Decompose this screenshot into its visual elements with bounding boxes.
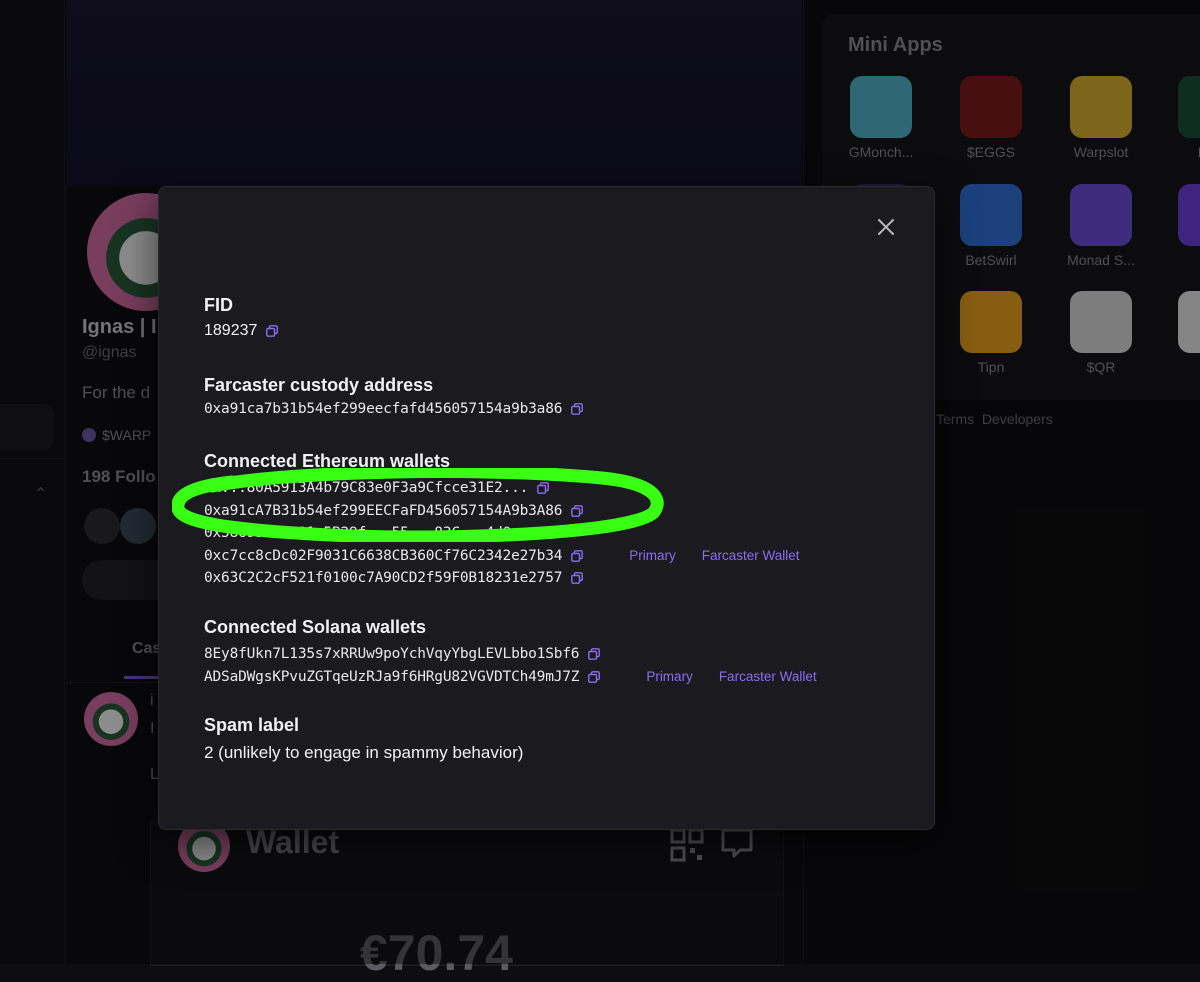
- copy-icon[interactable]: [588, 647, 601, 660]
- fid-value: 189237: [204, 322, 258, 339]
- wallet-tag: Farcaster Wallet: [718, 669, 817, 684]
- wallet-address: 0xc7cc8cDc02F9031C6638CB360Cf76C2342e27b…: [204, 547, 563, 564]
- wallet-row: 0xc7cc8cDc02F9031C6638CB360Cf76C2342e27b…: [204, 545, 800, 568]
- wallet-address: ADSaDWgsKPvuZGTqeUzRJa9f6HRgU82VGVDTCh49…: [204, 668, 580, 685]
- wallet-row: ADSaDWgsKPvuZGTqeUzRJa9f6HRgU82VGVDTCh49…: [204, 665, 817, 688]
- custody-address: 0xa91ca7b31b54ef299eecfafd456057154a9b3a…: [204, 401, 563, 417]
- sol-wallets-title: Connected Solana wallets: [204, 617, 427, 637]
- spam-label-value: 2 (unlikely to engage in spammy behavior…: [204, 743, 524, 762]
- highlight-annotation: [172, 468, 664, 542]
- wallet-address: 8Ey8fUkn7L135s7xRRUw9poYchVqyYbgLEVLbbo1…: [204, 645, 580, 662]
- wallet-tag: Farcaster Wallet: [701, 548, 800, 564]
- close-icon[interactable]: [874, 215, 898, 239]
- custody-title: Farcaster custody address: [204, 375, 434, 395]
- wallet-row: 0x63C2C2cF521f0100c7A90CD2f59F0B18231e27…: [204, 567, 800, 590]
- sol-wallet-list: 8Ey8fUkn7L135s7xRRUw9poYchVqyYbgLEVLbbo1…: [204, 642, 817, 688]
- wallet-row: 8Ey8fUkn7L135s7xRRUw9poYchVqyYbgLEVLbbo1…: [204, 642, 817, 665]
- spam-label-title: Spam label: [204, 715, 300, 735]
- copy-icon[interactable]: [588, 670, 601, 683]
- wallet-address: 0x63C2C2cF521f0100c7A90CD2f59F0B18231e27…: [204, 570, 563, 587]
- fid-title: FID: [204, 295, 233, 315]
- fid-row: 189237: [204, 322, 279, 340]
- custody-row: 0xa91ca7b31b54ef299eecfafd456057154a9b3a…: [204, 401, 584, 417]
- wallet-tag: Primary: [646, 669, 693, 684]
- copy-icon[interactable]: [571, 572, 584, 585]
- wallet-tag: Primary: [629, 548, 676, 564]
- copy-icon[interactable]: [266, 325, 279, 337]
- copy-icon[interactable]: [571, 403, 584, 415]
- copy-icon[interactable]: [571, 549, 584, 562]
